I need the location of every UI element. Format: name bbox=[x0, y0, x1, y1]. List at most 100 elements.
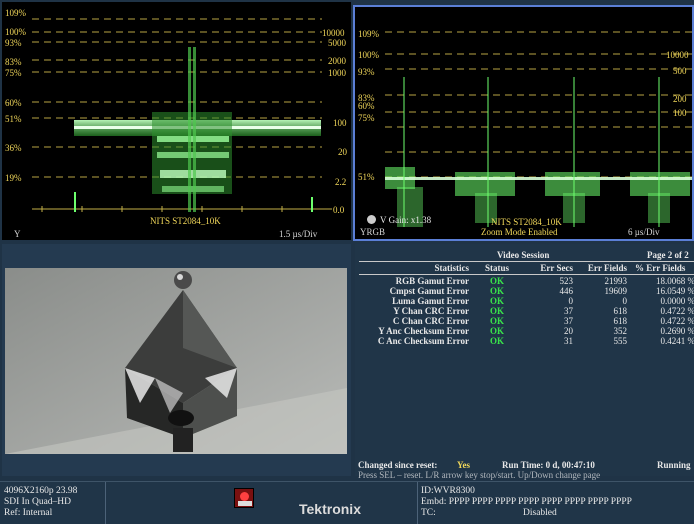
waveform-left-trace bbox=[32, 18, 332, 212]
wfm2-time-div: 6 µs/Div bbox=[628, 227, 660, 237]
wfm2-scale-75: 75% bbox=[358, 113, 375, 123]
stat-name: Cmpst Gamut Error bbox=[389, 286, 469, 296]
wfm1-nits-20: 20 bbox=[338, 147, 347, 157]
wfm2-scale-93: 93% bbox=[358, 67, 375, 77]
embedded-audio: Embd: PPPP PPPP PPPP PPPP PPPP PPPP PPPP… bbox=[421, 497, 632, 507]
picture-monitor[interactable] bbox=[2, 244, 351, 476]
wfm1-nits-100: 100 bbox=[333, 118, 347, 128]
signal-format: 4096X2160p 23.98 bbox=[4, 486, 78, 496]
wfm2-vgain: V Gain: x1.38 bbox=[367, 215, 431, 225]
col-status: Status bbox=[484, 263, 509, 273]
stat-err-secs: 0 bbox=[568, 296, 574, 306]
stat-status: OK bbox=[489, 336, 504, 346]
wfm2-scale-51: 51% bbox=[358, 172, 375, 182]
stat-name: Luma Gamut Error bbox=[392, 296, 469, 306]
stat-status: OK bbox=[489, 326, 504, 336]
wfm1-nits-2000: 2000 bbox=[328, 56, 346, 66]
stat-pct-err: 0.4722 % bbox=[660, 306, 694, 316]
status-bar: 4096X2160p 23.98 SDI In Quad–HD Ref: Int… bbox=[0, 481, 694, 524]
table-row: Y Anc Checksum Error OK 20 352 0.2690 % bbox=[355, 326, 694, 336]
table-row: C Anc Checksum Error OK 31 555 0.4241 % bbox=[355, 336, 694, 346]
stat-err-fields: 555 bbox=[613, 336, 628, 346]
stat-err-secs: 37 bbox=[564, 316, 573, 326]
col-err-fields: Err Fields bbox=[587, 263, 627, 273]
table-row: C Chan CRC Error OK 37 618 0.4722 % bbox=[355, 316, 694, 326]
run-state: Running bbox=[657, 460, 691, 470]
wfm1-scale-51: 51% bbox=[5, 114, 22, 124]
waveform-right-trace bbox=[385, 31, 692, 227]
stat-name: C Chan CRC Error bbox=[392, 316, 469, 326]
tektronix-logo: Tektronix bbox=[299, 501, 361, 517]
wfm1-nits-2-2: 2.2 bbox=[335, 177, 347, 187]
stat-err-fields: 352 bbox=[613, 326, 628, 336]
session-page: Page 2 of 2 bbox=[647, 250, 689, 260]
wfm1-nits-10000: 10000 bbox=[322, 28, 345, 38]
stat-err-fields: 618 bbox=[613, 316, 628, 326]
wfm2-scale-109: 109% bbox=[358, 29, 379, 39]
stat-name: Y Chan CRC Error bbox=[393, 306, 469, 316]
wfm1-channel-label: Y bbox=[14, 229, 21, 239]
stat-status: OK bbox=[489, 286, 504, 296]
table-row: Cmpst Gamut Error OK 446 19609 16.0549 % bbox=[355, 286, 694, 296]
instrument-id: ID:WVR8300 bbox=[421, 486, 475, 496]
stat-pct-err: 16.0549 % bbox=[656, 286, 694, 296]
vgain-icon bbox=[367, 215, 376, 224]
session-title: Video Session bbox=[497, 250, 550, 260]
changed-label: Changed since reset: bbox=[358, 460, 438, 470]
wfm2-scale-100: 100% bbox=[358, 50, 379, 60]
wfm1-nits-0: 0.0 bbox=[333, 205, 345, 215]
table-row: Y Chan CRC Error OK 37 618 0.4722 % bbox=[355, 306, 694, 316]
stat-name: C Anc Checksum Error bbox=[377, 336, 469, 346]
stat-status: OK bbox=[489, 276, 504, 286]
session-footer: Changed since reset: Yes Run Time: 0 d, … bbox=[355, 460, 694, 470]
wfm1-scale-75: 75% bbox=[5, 68, 22, 78]
alarm-area: Tektronix bbox=[106, 482, 418, 524]
col-pct-err-fields: % Err Fields bbox=[635, 263, 686, 273]
session-header-rule bbox=[359, 274, 694, 275]
stat-status: OK bbox=[489, 316, 504, 326]
wfm2-gain-label: V Gain: x1.38 bbox=[380, 215, 432, 225]
stat-pct-err: 18.0068 % bbox=[656, 276, 694, 286]
wfm1-standard-label: NITS ST2084_10K bbox=[150, 216, 221, 226]
waveform-right[interactable]: 109% 100% 93% 83% 60% 75% 51% 10000 500 … bbox=[353, 5, 694, 241]
col-statistics: Statistics bbox=[434, 263, 470, 273]
wfm1-nits-1000: 1000 bbox=[328, 68, 346, 78]
test-object-image bbox=[5, 268, 347, 454]
stat-err-fields: 618 bbox=[613, 306, 628, 316]
video-session-panel[interactable]: Video Session Page 2 of 2 Statistics Sta… bbox=[355, 244, 694, 480]
picture-frame bbox=[5, 268, 347, 454]
run-time: Run Time: 0 d, 00:47:10 bbox=[502, 460, 595, 470]
stat-err-secs: 20 bbox=[564, 326, 573, 336]
stat-name: RGB Gamut Error bbox=[395, 276, 469, 286]
instrument-info: ID:WVR8300 Embd: PPPP PPPP PPPP PPPP PPP… bbox=[418, 482, 694, 524]
session-table-header: Statistics Status Err Secs Err Fields % … bbox=[355, 263, 694, 273]
stat-err-secs: 31 bbox=[564, 336, 573, 346]
session-hint-row: Press SEL – reset. L/R arrow key stop/st… bbox=[355, 470, 694, 480]
wfm1-scale-60: 60% bbox=[5, 98, 22, 108]
wfm1-nits-5000: 5000 bbox=[328, 38, 346, 48]
wfm1-scale-100: 100% bbox=[5, 27, 26, 37]
wfm1-scale-109: 109% bbox=[5, 8, 26, 18]
stat-err-secs: 446 bbox=[559, 286, 574, 296]
wfm1-scale-83: 83% bbox=[5, 57, 22, 67]
tc-value: Disabled bbox=[523, 508, 557, 518]
stat-name: Y Anc Checksum Error bbox=[378, 326, 469, 336]
wfm2-nits-100: 100 bbox=[673, 108, 687, 118]
signal-ref: Ref: Internal bbox=[4, 508, 53, 518]
wfm2-nits-10000: 10000 bbox=[666, 50, 689, 60]
wfm1-scale-19: 19% bbox=[5, 173, 22, 183]
wfm1-scale-36: 36% bbox=[5, 143, 22, 153]
table-row: RGB Gamut Error OK 523 21993 18.0068 % bbox=[355, 276, 694, 286]
waveform-left[interactable]: 109% 100% 93% 83% 75% 60% 51% 36% 19% 10… bbox=[2, 2, 351, 240]
wfm2-standard-label: NITS ST2084_10K bbox=[491, 217, 562, 227]
stat-err-secs: 37 bbox=[564, 306, 573, 316]
wfm2-channel-label: YRGB bbox=[360, 227, 386, 237]
stat-status: OK bbox=[489, 296, 504, 306]
signal-info: 4096X2160p 23.98 SDI In Quad–HD Ref: Int… bbox=[0, 482, 106, 524]
stat-err-secs: 523 bbox=[559, 276, 574, 286]
stat-pct-err: 0.0000 % bbox=[660, 296, 694, 306]
signal-link: SDI In Quad–HD bbox=[4, 497, 72, 507]
stat-err-fields: 19609 bbox=[604, 286, 628, 296]
stat-pct-err: 0.4722 % bbox=[660, 316, 694, 326]
alarm-icon[interactable] bbox=[234, 488, 254, 508]
